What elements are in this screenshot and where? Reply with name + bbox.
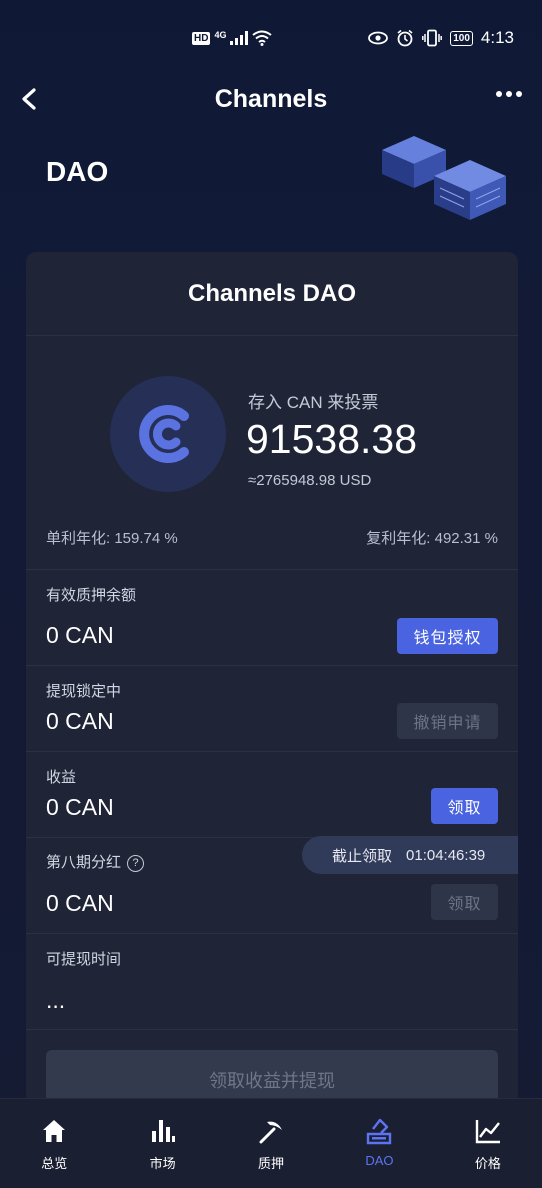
- pickaxe-icon: [259, 1121, 283, 1144]
- divider: [26, 665, 518, 666]
- earnings-label: 收益: [46, 769, 77, 786]
- apr-row: 单利年化: 159.74 % 复利年化: 492.31 %: [46, 527, 498, 557]
- compound-apr: 复利年化: 492.31 %: [366, 530, 498, 547]
- divider: [26, 569, 518, 570]
- status-bar: HD 4G 100 4:13: [0, 0, 542, 80]
- countdown-timer: 01:04:46:39: [406, 846, 486, 864]
- status-left: HD 4G: [192, 30, 273, 46]
- divider: [26, 933, 518, 934]
- nav-label: 价格: [474, 1156, 501, 1171]
- battery-icon: 100: [450, 30, 473, 46]
- nav-label: 市场: [149, 1156, 176, 1171]
- divider: [26, 1029, 518, 1030]
- nav-item-dao[interactable]: DAO: [325, 1099, 433, 1188]
- page-title: Channels: [214, 85, 328, 113]
- more-dot-icon: [496, 91, 502, 97]
- withdraw-locked-label: 提现锁定中: [46, 683, 122, 700]
- staked-balance-label: 有效质押余额: [46, 587, 137, 604]
- channels-logo: [110, 376, 226, 492]
- bottom-nav: 总览 市场 质押 DAO 价格: [0, 1098, 542, 1188]
- cancel-request-button[interactable]: 撤销申请: [397, 703, 498, 739]
- dividend-label: 第八期分红?: [46, 851, 145, 872]
- divider: [26, 751, 518, 752]
- network-label: 4G: [214, 30, 227, 40]
- nav-label: 总览: [41, 1156, 68, 1171]
- channels-logo-icon: [139, 405, 189, 463]
- more-options-button[interactable]: [496, 91, 522, 97]
- nav-label: 质押: [258, 1156, 285, 1171]
- nav-label: DAO: [365, 1153, 394, 1168]
- deposit-amount: 91538.38: [246, 416, 418, 462]
- wallet-authorize-button[interactable]: 钱包授权: [397, 618, 498, 654]
- eye-icon: [368, 31, 389, 45]
- nav-item-overview[interactable]: 总览: [0, 1099, 108, 1188]
- ballot-box-icon: [367, 1118, 392, 1145]
- wifi-icon: [252, 30, 273, 46]
- bar-chart-icon: [151, 1120, 175, 1142]
- status-right: 100 4:13: [368, 28, 514, 48]
- card-header: Channels DAO: [26, 252, 518, 336]
- dao-card: Channels DAO 存入 CAN 来投票 91538.38 ≈276594…: [26, 252, 518, 1152]
- home-icon: [43, 1120, 66, 1142]
- claim-earnings-button[interactable]: 领取: [431, 788, 498, 824]
- withdrawable-time-value: ...: [46, 987, 66, 1013]
- deposit-usd-value: ≈2765948.98 USD: [248, 472, 372, 489]
- deposit-label: 存入 CAN 来投票: [248, 393, 379, 412]
- alarm-icon: [397, 29, 413, 47]
- countdown-label: 截止领取: [332, 847, 393, 865]
- nav-item-market[interactable]: 市场: [108, 1099, 216, 1188]
- more-dot-icon: [506, 91, 512, 97]
- withdraw-locked-value: 0 CAN: [46, 708, 114, 734]
- signal-icon: [230, 31, 249, 45]
- vibrate-icon: [422, 29, 443, 47]
- card-title: Channels DAO: [187, 279, 357, 307]
- server-illustration: [382, 136, 506, 220]
- dividend-value: 0 CAN: [46, 890, 114, 916]
- staked-balance-value: 0 CAN: [46, 622, 114, 648]
- app-header: Channels: [0, 75, 542, 125]
- nav-item-staking[interactable]: 质押: [217, 1099, 325, 1188]
- dao-heading: DAO: [46, 156, 109, 187]
- clock: 4:13: [480, 28, 514, 47]
- claim-countdown: 截止领取 01:04:46:39: [302, 836, 518, 874]
- nav-item-price[interactable]: 价格: [434, 1099, 542, 1188]
- hd-badge: HD: [192, 31, 211, 45]
- more-dot-icon: [516, 91, 522, 97]
- help-icon[interactable]: ?: [127, 854, 145, 872]
- screen: HD 4G 100 4:13 Channels DAO Channels DAO…: [0, 0, 542, 1188]
- simple-apr: 单利年化: 159.74 %: [46, 530, 178, 547]
- withdrawable-time-label: 可提现时间: [46, 951, 122, 968]
- dividend-label-text: 第八期分红: [46, 854, 122, 871]
- earnings-value: 0 CAN: [46, 794, 114, 820]
- claim-dividend-button[interactable]: 领取: [431, 884, 498, 920]
- line-chart-icon: [475, 1120, 500, 1144]
